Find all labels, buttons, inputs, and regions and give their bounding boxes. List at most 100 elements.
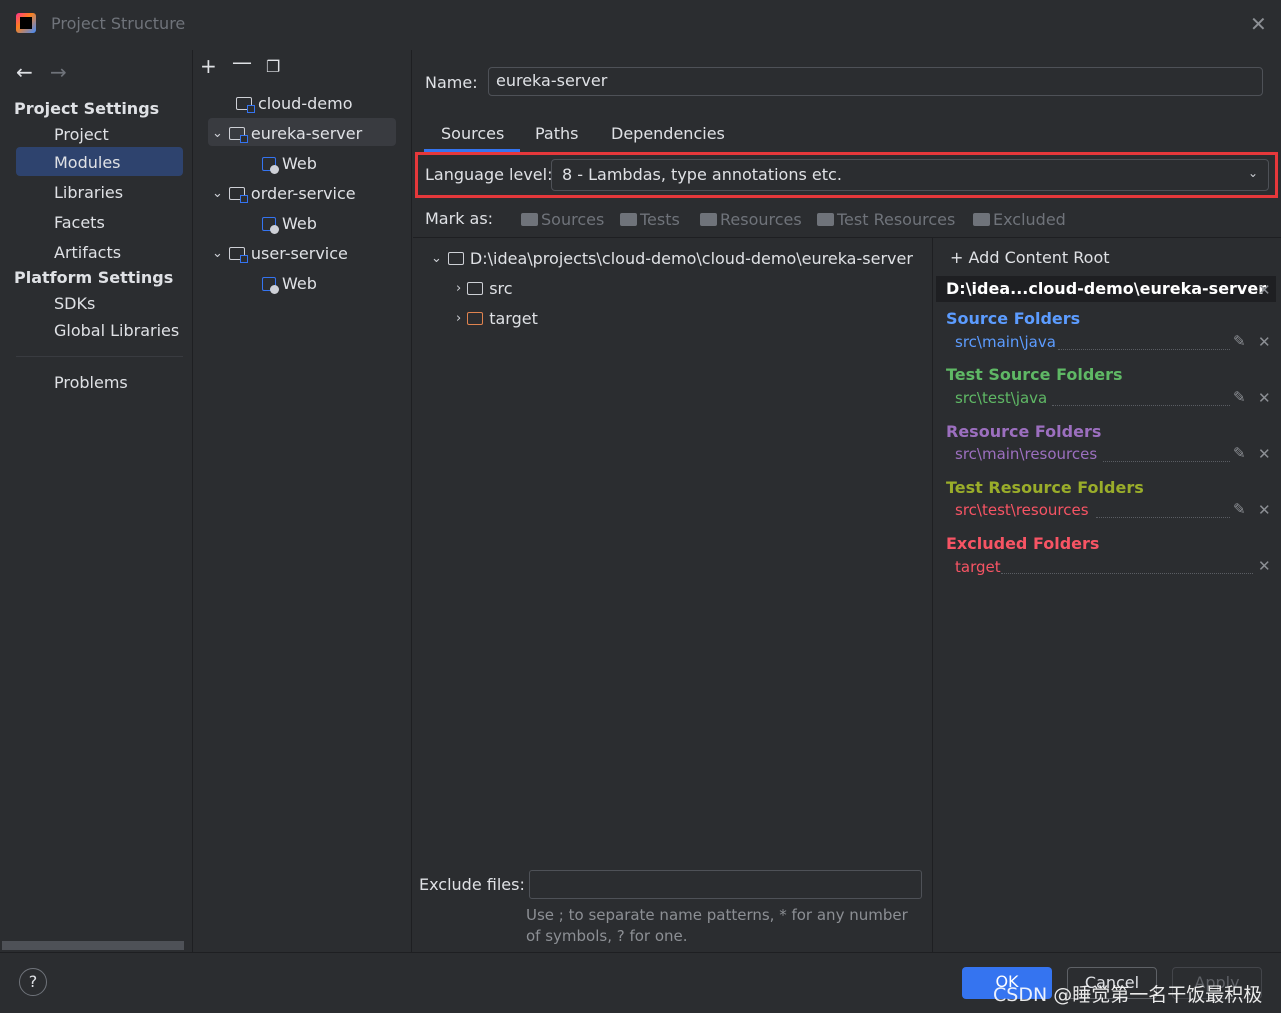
tree-item-web[interactable]: Web [262,274,317,294]
sidebar-item-global-libraries[interactable]: Global Libraries [54,321,179,340]
add-content-root-label: Add Content Root [968,248,1110,267]
folder-icon [700,213,717,226]
folder-tree-label: target [489,309,538,328]
test-source-folder-path: src\test\java [955,389,1048,407]
chevron-down-icon[interactable]: ⌄ [212,126,223,141]
close-icon[interactable]: ✕ [1250,12,1267,36]
test-resource-folder-path: src\test\resources [955,501,1089,519]
mark-test-resources-button[interactable]: Test Resources [817,210,955,229]
divider [932,238,933,952]
web-facet-icon [262,276,279,294]
forward-arrow-icon[interactable]: → [50,60,67,84]
folder-icon [620,213,637,226]
remove-icon[interactable]: — [232,50,252,74]
language-level-label: Language level: [425,165,553,184]
close-icon[interactable]: ✕ [1258,281,1271,299]
tree-item-label: Web [282,274,317,293]
window-title: Project Structure [51,14,186,33]
remove-icon[interactable]: ✕ [1258,389,1271,407]
tree-item-cloud-demo[interactable]: cloud-demo [236,94,352,113]
sidebar-item-project[interactable]: Project [54,125,109,144]
help-button[interactable]: ? [19,968,47,996]
module-folder-icon [228,187,248,203]
chevron-down-icon[interactable]: ⌄ [1248,166,1258,180]
chevron-down-icon[interactable]: ⌄ [431,251,442,266]
module-name-input[interactable]: eureka-server [488,67,1263,96]
tree-item-web[interactable]: Web [262,214,317,234]
sidebar-item-artifacts[interactable]: Artifacts [54,243,121,262]
tree-item-label: Web [282,154,317,173]
tab-sources[interactable]: Sources [441,124,504,143]
copy-icon[interactable]: ❐ [266,57,280,76]
excluded-folder-icon [467,312,484,325]
exclude-files-input[interactable] [529,870,922,899]
sidebar-item-facets[interactable]: Facets [54,213,105,232]
sidebar-item-sdks[interactable]: SDKs [54,294,95,313]
language-level-value: 8 - Lambdas, type annotations etc. [562,165,842,184]
dotted-leader [1058,348,1230,350]
remove-icon[interactable]: ✕ [1258,501,1271,519]
tree-item-user-service[interactable]: ⌄ user-service [212,244,348,263]
source-folders-heading: Source Folders [946,309,1081,328]
tree-item-label: user-service [250,244,348,263]
language-level-select[interactable]: 8 - Lambdas, type annotations etc. ⌄ [551,159,1269,191]
folder-icon [973,213,990,226]
plus-icon: + [950,248,964,267]
folder-icon [467,282,484,295]
tree-item-label: Web [282,214,317,233]
remove-icon[interactable]: ✕ [1258,333,1271,351]
back-arrow-icon[interactable]: ← [16,60,33,84]
test-resource-folders-heading: Test Resource Folders [946,478,1144,497]
tab-paths[interactable]: Paths [535,124,578,143]
folder-tree-item-src[interactable]: › src [456,279,513,298]
folder-tree-item-target[interactable]: › target [456,309,538,328]
chevron-right-icon[interactable]: › [456,311,461,326]
mark-excluded-button[interactable]: Excluded [973,210,1066,229]
exclude-files-hint: Use ; to separate name patterns, * for a… [526,906,908,945]
tree-item-label: eureka-server [250,124,363,143]
add-content-root-button[interactable]: + Add Content Root [950,248,1110,267]
chevron-down-icon[interactable]: ⌄ [212,186,223,201]
dotted-leader [1096,516,1230,518]
sidebar-item-libraries[interactable]: Libraries [54,183,123,202]
sidebar-item-modules[interactable]: Modules [54,153,121,172]
tree-item-web[interactable]: Web [262,154,317,174]
edit-icon[interactable]: ✎ [1233,388,1246,406]
mark-resources-button[interactable]: Resources [700,210,802,229]
platform-settings-heading: Platform Settings [14,268,174,287]
module-folder-icon [228,127,248,143]
dotted-leader [1001,572,1253,574]
excluded-folders-heading: Excluded Folders [946,534,1100,553]
folder-icon [817,213,834,226]
remove-icon[interactable]: ✕ [1258,557,1271,575]
sidebar-item-problems[interactable]: Problems [54,373,128,392]
chevron-right-icon[interactable]: › [456,281,461,296]
mark-as-label: Mark as: [425,209,494,228]
tree-item-label: cloud-demo [258,94,353,113]
remove-icon[interactable]: ✕ [1258,445,1271,463]
mark-sources-button[interactable]: Sources [521,210,604,229]
title-bar [0,0,1281,50]
folder-tree-root[interactable]: ⌄ D:\idea\projects\cloud-demo\cloud-demo… [431,249,913,268]
module-folder-icon [236,97,255,113]
divider [413,237,1281,238]
module-folder-icon [228,247,248,263]
mark-label: Tests [640,210,680,229]
project-settings-heading: Project Settings [14,99,160,118]
add-icon[interactable]: + [200,54,217,78]
excluded-folder-path: target [955,558,1001,576]
sidebar-scrollbar[interactable] [2,941,184,950]
edit-icon[interactable]: ✎ [1233,444,1246,462]
tree-item-eureka-server[interactable]: ⌄ eureka-server [212,124,362,143]
intellij-logo-icon [16,13,36,33]
mark-tests-button[interactable]: Tests [620,210,680,229]
exclude-files-label: Exclude files: [419,875,525,894]
folder-icon [447,252,464,265]
edit-icon[interactable]: ✎ [1233,332,1246,350]
chevron-down-icon[interactable]: ⌄ [212,246,223,261]
tree-item-order-service[interactable]: ⌄ order-service [212,184,356,203]
tab-dependencies[interactable]: Dependencies [611,124,725,143]
name-label: Name: [425,73,478,92]
edit-icon[interactable]: ✎ [1233,500,1246,518]
web-facet-icon [262,156,279,174]
